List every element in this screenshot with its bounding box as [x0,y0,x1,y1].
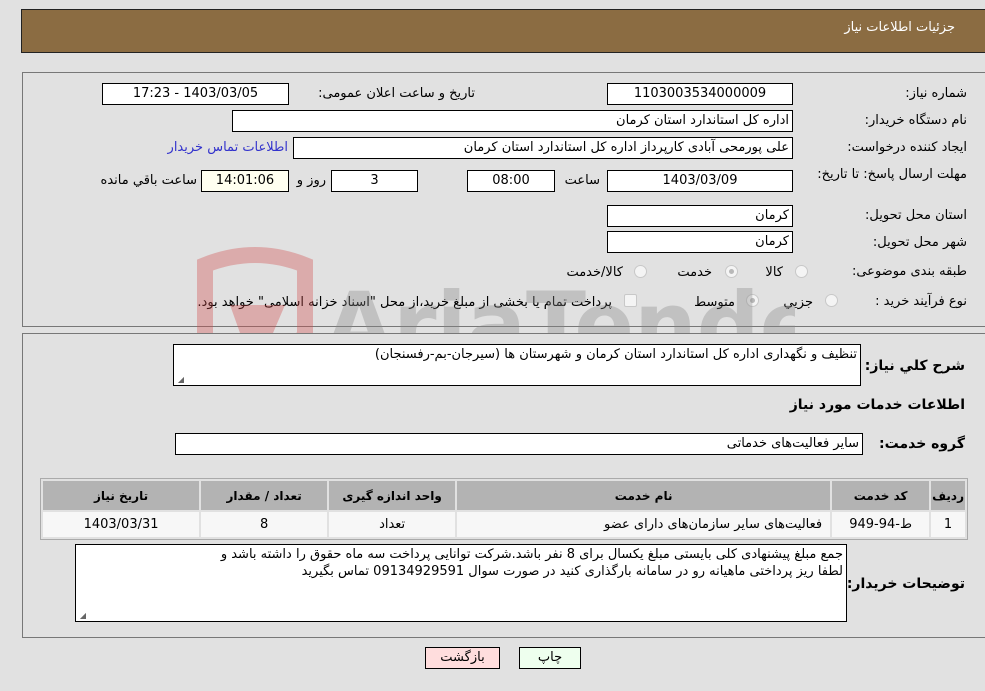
deadline-time-field: 08:00 [467,170,555,192]
cell-unit: تعداد [329,512,456,537]
service-group-field: سایر فعالیت‌های خدماتی [175,433,863,455]
back-button[interactable]: بازگشت [425,647,500,669]
col-row-number: ردیف [931,481,965,510]
buyer-notes-line-2: لطفا ریز پرداختی ماهیانه رو در سامانه با… [301,564,843,579]
cell-row-number: 1 [931,512,965,537]
province-field: کرمان [607,205,793,227]
col-service-name: نام خدمت [457,481,831,510]
creator-label: ایجاد کننده درخواست: [847,140,967,155]
cell-service-code: ط-94-949 [832,512,930,537]
time-remaining-label: ساعت باقي مانده [100,173,197,188]
table-row: 1 ط-94-949 فعالیت‌های سایر سازمان‌های دا… [43,512,965,537]
process-option-minor: جزیي [783,295,813,310]
days-remaining-field: 3 [331,170,418,192]
city-label: شهر محل تحویل: [872,235,967,250]
services-table: ردیف کد خدمت نام خدمت واحد اندازه گیری ت… [40,478,968,540]
buyer-notes-textarea[interactable]: جمع مبلغ پیشنهادی کلی بایستی مبلغ یکسال … [75,544,847,622]
table-header-row: ردیف کد خدمت نام خدمت واحد اندازه گیری ت… [43,481,965,510]
category-label: طبقه بندی موضوعی: [851,264,967,279]
buyer-notes-label: توضیحات خریدار: [846,576,965,592]
category-radio-service[interactable] [725,265,738,278]
service-group-label: گروه خدمت: [879,436,965,452]
category-option-goods-service: کالا/خدمت [566,265,623,280]
cell-service-name: فعالیت‌های سایر سازمان‌های دارای عضو [457,512,831,537]
cell-need-date: 1403/03/31 [43,512,200,537]
buyer-contact-link[interactable]: اطلاعات تماس خریدار [168,140,288,155]
process-radio-minor[interactable] [825,294,838,307]
deadline-date-field: 1403/03/09 [607,170,793,192]
buyer-org-label: نام دستگاه خریدار: [864,113,967,128]
time-remaining-field: 14:01:06 [201,170,289,192]
need-number-field: 1103003534000009 [607,83,793,105]
col-need-date: تاریخ نیاز [43,481,200,510]
province-label: استان محل تحویل: [865,208,967,223]
process-radio-medium[interactable] [746,294,759,307]
page-header: جزئیات اطلاعات نیاز [21,9,985,53]
cell-quantity: 8 [201,512,328,537]
category-option-service: خدمت [677,265,712,280]
announce-datetime-field: 1403/03/05 - 17:23 [102,83,289,105]
deadline-label: مهلت ارسال پاسخ: تا تاریخ: [817,167,967,182]
deadline-time-label: ساعت [564,173,600,188]
resize-handle-icon[interactable]: ◢ [176,376,184,384]
resize-handle-icon[interactable]: ◢ [78,612,86,620]
services-section-title: اطلاعات خدمات مورد نياز [789,397,965,413]
announce-datetime-label: تاریخ و ساعت اعلان عمومی: [318,86,475,101]
creator-field: علی پورمحی آبادی کارپرداز اداره کل استان… [293,137,793,159]
summary-text: تنظیف و نگهداری اداره کل استاندارد استان… [374,347,857,362]
days-label: روز و [296,173,326,188]
need-number-label: شماره نیاز: [905,86,967,101]
col-service-code: کد خدمت [832,481,930,510]
print-button[interactable]: چاپ [519,647,581,669]
process-label: نوع فرآیند خرید : [875,294,967,309]
col-unit: واحد اندازه گیری [329,481,456,510]
process-option-medium: متوسط [694,295,735,310]
treasury-checkbox[interactable] [624,294,637,307]
page-title: جزئیات اطلاعات نیاز [844,20,955,35]
summary-label: شرح کلي نياز: [864,358,965,374]
buyer-org-field: اداره کل استاندارد استان کرمان [232,110,793,132]
summary-textarea[interactable]: تنظیف و نگهداری اداره کل استاندارد استان… [173,344,861,386]
category-radio-goods[interactable] [795,265,808,278]
col-quantity: تعداد / مقدار [201,481,328,510]
buyer-notes-line-1: جمع مبلغ پیشنهادی کلی بایستی مبلغ یکسال … [220,547,843,562]
category-option-goods: کالا [765,265,783,280]
treasury-note: پرداخت تمام یا بخشی از مبلغ خرید،از محل … [197,295,612,310]
category-radio-goods-service[interactable] [634,265,647,278]
city-field: کرمان [607,231,793,253]
